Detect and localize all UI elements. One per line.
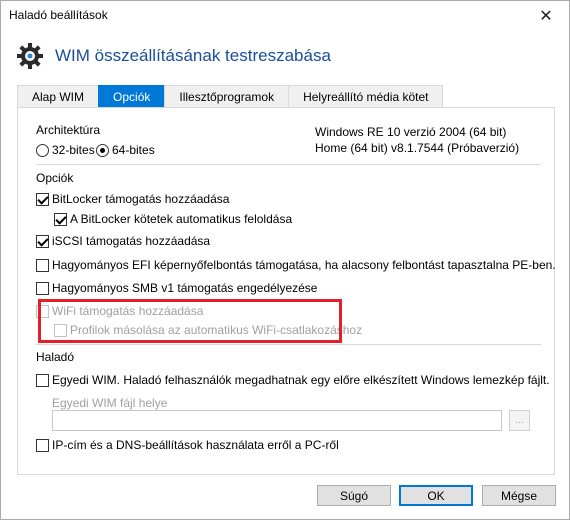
ip-dns-checkbox[interactable]: IP-cím és a DNS-beállítások használata e… (36, 438, 339, 452)
bitlocker-label: BitLocker támogatás hozzáadása (52, 192, 230, 206)
radio-32bit-label: 32-bites (52, 143, 95, 157)
dialog-header: WIM összeállításának testreszabása (15, 41, 555, 77)
advanced-section-label: Haladó (36, 350, 75, 364)
bitlocker-checkbox-box[interactable] (36, 192, 49, 206)
gear-icon (17, 43, 43, 69)
options-panel: Architektúra 32-bites 64-bites Windows R… (17, 107, 556, 475)
edition-version-text: Home (64 bit) v8.1.7544 (Próbaverzió) (315, 141, 520, 155)
browse-button[interactable]: ... (509, 410, 530, 431)
radio-64bit[interactable]: 64-bites (96, 143, 160, 157)
smb1-checkbox[interactable]: Hagyományos SMB v1 támogatás engedélyezé… (36, 281, 317, 295)
tab-recovery-media[interactable]: Helyreállító média kötet (288, 85, 444, 107)
options-section-label: Opciók (36, 171, 74, 185)
ip-dns-checkbox-box[interactable] (36, 438, 49, 452)
tab-base-wim[interactable]: Alap WIM (17, 85, 100, 107)
close-icon[interactable]: ✕ (523, 1, 569, 31)
page-title: WIM összeállításának testreszabása (55, 46, 331, 65)
help-button[interactable]: Súgó (317, 485, 391, 506)
winre-version-text: Windows RE 10 verzió 2004 (64 bit) (315, 125, 507, 139)
tab-options[interactable]: Opciók (98, 85, 166, 107)
radio-32bit-control[interactable] (36, 143, 49, 157)
efi-resolution-label: Hagyományos EFI képernyőfelbontás támoga… (52, 258, 556, 272)
custom-wim-label: Egyedi WIM. Haladó felhasználók megadhat… (52, 373, 550, 387)
custom-wim-checkbox[interactable]: Egyedi WIM. Haladó felhasználók megadhat… (36, 373, 550, 387)
radio-32bit[interactable]: 32-bites (36, 143, 100, 157)
iscsi-checkbox-box[interactable] (36, 234, 49, 248)
efi-resolution-checkbox-box[interactable] (36, 258, 49, 272)
iscsi-checkbox[interactable]: iSCSI támogatás hozzáadása (36, 234, 210, 248)
architecture-label: Architektúra (36, 123, 101, 137)
bitlocker-checkbox[interactable]: BitLocker támogatás hozzáadása (36, 192, 229, 206)
highlight-box (38, 299, 342, 343)
dialog-window: Haladó beállítások ✕ WIM összeállításána… (0, 0, 570, 520)
cancel-button[interactable]: Mégse (482, 485, 556, 506)
window-title: Haladó beállítások (9, 8, 108, 22)
smb1-checkbox-box[interactable] (36, 281, 49, 295)
custom-wim-path-label: Egyedi WIM fájl helye (52, 396, 168, 410)
smb1-label: Hagyományos SMB v1 támogatás engedélyezé… (52, 281, 318, 295)
divider (36, 344, 541, 345)
efi-resolution-checkbox[interactable]: Hagyományos EFI képernyőfelbontás támoga… (36, 258, 556, 272)
bitlocker-unlock-label: A BitLocker kötetek automatikus feloldás… (70, 212, 293, 226)
divider (36, 164, 541, 165)
bitlocker-unlock-checkbox-box[interactable] (54, 212, 67, 226)
radio-64bit-label: 64-bites (112, 143, 155, 157)
tab-bar: Alap WIM Opciók Illesztőprogramok Helyre… (17, 85, 537, 107)
tab-drivers[interactable]: Illesztőprogramok (164, 85, 290, 107)
custom-wim-path-input[interactable] (52, 410, 502, 431)
radio-64bit-control[interactable] (96, 143, 109, 157)
ok-button[interactable]: OK (399, 485, 473, 506)
ip-dns-label: IP-cím és a DNS-beállítások használata e… (52, 438, 339, 452)
custom-wim-checkbox-box[interactable] (36, 373, 49, 387)
bitlocker-unlock-checkbox[interactable]: A BitLocker kötetek automatikus feloldás… (54, 212, 292, 226)
iscsi-label: iSCSI támogatás hozzáadása (52, 234, 211, 248)
title-bar: Haladó beállítások ✕ (1, 1, 569, 31)
